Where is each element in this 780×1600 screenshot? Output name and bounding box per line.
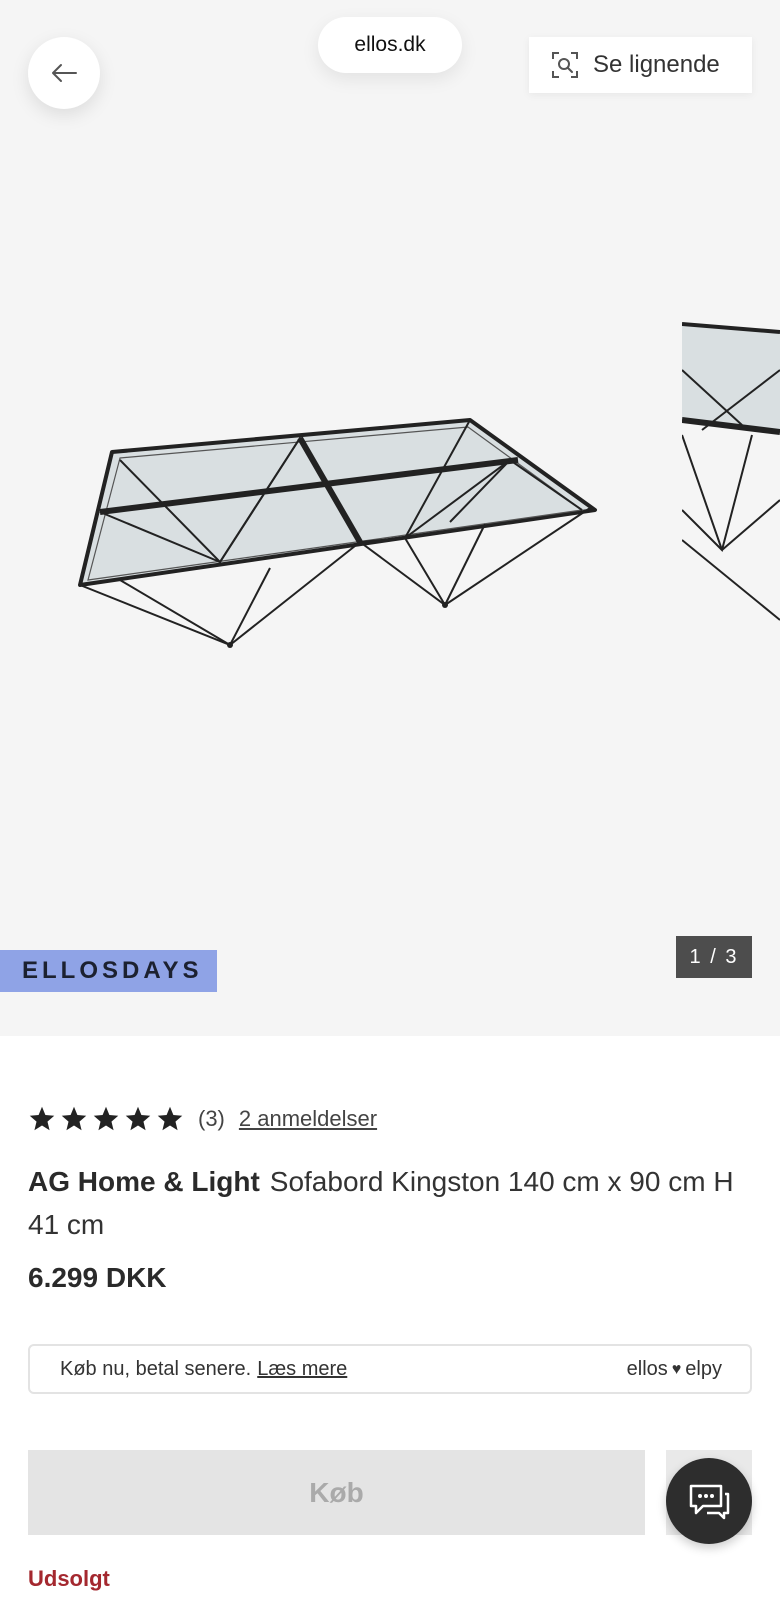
product-brand[interactable]: AG Home & Light [28,1166,260,1197]
star-rating [28,1105,184,1133]
reviews-link[interactable]: 2 anmeldelser [239,1106,377,1132]
star-icon [93,1106,119,1131]
visual-search-icon [552,52,578,78]
star-icon [61,1106,87,1131]
read-more-link[interactable]: Læs mere [257,1358,347,1381]
campaign-badge-label: ELLOSDAYS [22,957,203,984]
url-pill[interactable]: ellos.dk [318,17,462,73]
back-button[interactable] [28,37,100,109]
similar-label: Se lignende [593,51,720,78]
image-counter: 1 / 3 [676,936,752,978]
logo-elpy: elpy [685,1358,722,1380]
image-counter-label: 1 / 3 [689,945,739,968]
star-icon [157,1106,183,1131]
product-image[interactable] [70,400,610,670]
logo-ellos: ellos [626,1358,668,1380]
similar-button[interactable]: Se lignende [529,37,752,93]
product-title: AG Home & Light Sofabord Kingston 140 cm … [28,1160,758,1246]
chat-button[interactable] [666,1458,752,1544]
pay-later-text: Køb nu, betal senere. [60,1357,252,1380]
campaign-badge: ELLOSDAYS [0,950,217,992]
stock-status: Udsolgt [28,1566,110,1591]
next-product-image[interactable] [682,310,780,640]
pay-later-banner: Køb nu, betal senere. Læs mere ellos ♥ e… [28,1344,752,1394]
url-text: ellos.dk [354,33,426,56]
product-gallery[interactable]: ellos.dk Se lignende ELLOSDAYS 1 / 3 [0,0,780,1036]
star-icon [29,1106,55,1131]
arrow-left-icon [52,64,77,82]
buy-button[interactable]: Køb [28,1450,645,1535]
ellos-elpy-logo: ellos ♥ elpy [627,1358,722,1381]
product-price: 6.299 DKK [28,1262,167,1293]
product-rating: (3) 2 anmeldelser [28,1105,377,1133]
rating-count: (3) [198,1106,225,1131]
chat-icon [689,1484,730,1520]
heart-icon: ♥ [671,1360,682,1378]
star-icon [125,1106,151,1131]
